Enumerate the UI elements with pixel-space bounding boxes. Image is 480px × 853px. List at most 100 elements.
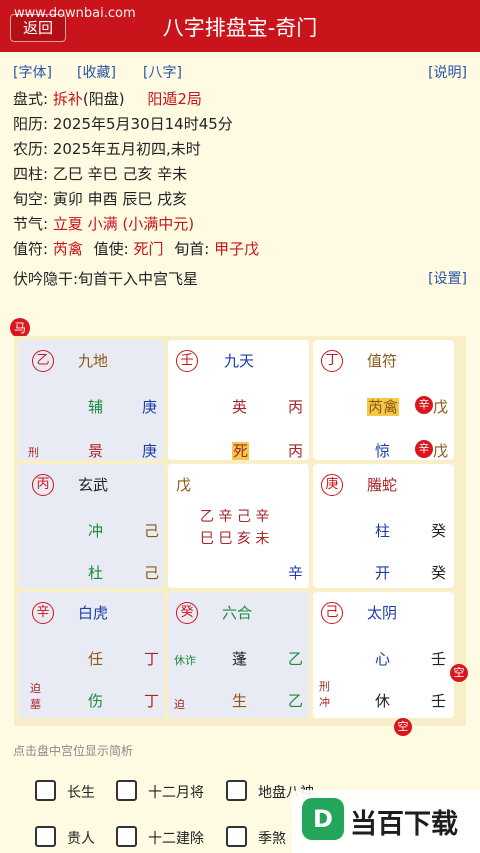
checkbox[interactable] bbox=[35, 780, 56, 801]
font-link[interactable]: [字体] bbox=[13, 62, 52, 82]
checkbox[interactable] bbox=[116, 826, 137, 847]
jieqi-line: 节气: 立夏 小满 (小满中元) bbox=[13, 215, 195, 233]
palace-1[interactable]: 乙 九地 辅 庚 刑 景 庚 bbox=[18, 340, 164, 460]
palace-door: 景 bbox=[88, 442, 104, 460]
palace-stem: 丙 bbox=[32, 474, 54, 496]
palace-star-ball: 辛 bbox=[415, 396, 433, 414]
panshi-type: (阳盘) bbox=[82, 90, 125, 108]
palace-door: 伤 bbox=[88, 692, 104, 710]
palace-door: 开 bbox=[375, 564, 391, 582]
palace-door-stem: 壬 bbox=[431, 692, 447, 710]
palace-door: 杜 bbox=[88, 564, 104, 582]
palace-god: 白虎 bbox=[78, 604, 109, 622]
palace-stem: 己 bbox=[321, 602, 343, 624]
palace-god: 值符 bbox=[367, 352, 398, 370]
center-pillars-bottom: 巳 巳 亥 未 bbox=[200, 531, 270, 547]
top-links: [字体] [收藏] [八字] [说明] bbox=[13, 62, 467, 82]
qimen-board: 乙 九地 辅 庚 刑 景 庚 壬 九天 英 丙 死 丙 丁 值符 芮禽 辛 戊 … bbox=[14, 336, 468, 736]
palace-star-stem: 乙 bbox=[288, 650, 304, 668]
palace-stem: 丁 bbox=[321, 350, 343, 372]
palace-6[interactable]: 庚 螣蛇 柱 癸 开 癸 bbox=[313, 464, 454, 588]
panshi-dun: 阳遁2局 bbox=[147, 90, 202, 108]
palace-tag: 休诈 bbox=[174, 654, 196, 667]
kong-badge-bottom: 空 bbox=[394, 718, 412, 736]
palace-star: 辅 bbox=[88, 398, 104, 416]
jieqi-value: 立夏 小满 (小满中元) bbox=[52, 215, 195, 233]
palace-star: 英 bbox=[232, 398, 248, 416]
palace-door: 惊 bbox=[375, 442, 391, 460]
palace-door-stem: 癸 bbox=[431, 564, 447, 582]
palace-stem: 乙 bbox=[32, 350, 54, 372]
palace-star: 芮禽 bbox=[367, 398, 400, 416]
sizhu-line: 四柱: 乙巳 辛巳 己亥 辛未 bbox=[13, 165, 188, 183]
palace-4[interactable]: 丙 玄武 冲 己 杜 己 bbox=[18, 464, 164, 588]
palace-door: 死 bbox=[232, 442, 250, 460]
palace-door: 休 bbox=[375, 692, 391, 710]
palace-stem: 庚 bbox=[321, 474, 343, 496]
palace-star-stem: 癸 bbox=[431, 522, 447, 540]
settings-link[interactable]: [设置] bbox=[428, 268, 467, 288]
checkbox[interactable] bbox=[226, 780, 247, 801]
help-link[interactable]: [说明] bbox=[428, 62, 467, 82]
palace-door-stem: 戊 bbox=[433, 442, 449, 460]
fuyin-line: 伏吟隐干:旬首干入中宫飞星 bbox=[13, 270, 199, 288]
zhishi-value: 死门 bbox=[133, 240, 164, 258]
palace-star: 蓬 bbox=[232, 650, 248, 668]
palace-9[interactable]: 己 太阴 心 壬 刑 冲 休 壬 bbox=[313, 592, 454, 718]
palace-star-stem: 丙 bbox=[288, 398, 304, 416]
palace-door-ball: 辛 bbox=[415, 440, 433, 458]
palace-star: 冲 bbox=[88, 522, 104, 540]
palace-3[interactable]: 丁 值符 芮禽 辛 戊 惊 辛 戊 bbox=[313, 340, 454, 460]
panshi-line: 盘式: 拆补(阳盘) 阳遁2局 bbox=[13, 90, 202, 108]
palace-god: 九地 bbox=[78, 352, 109, 370]
palace-god: 螣蛇 bbox=[367, 476, 398, 494]
kong-badge-right: 空 bbox=[450, 664, 468, 682]
palace-stem: 辛 bbox=[32, 602, 54, 624]
app-header: 返回 www.downbai.com 八字排盘宝-奇门 bbox=[0, 0, 480, 52]
checkbox[interactable] bbox=[226, 826, 247, 847]
palace-star-stem: 戊 bbox=[433, 398, 449, 416]
center-pillars-top: 乙 辛 己 辛 bbox=[200, 509, 270, 525]
palace-star: 任 bbox=[88, 650, 104, 668]
zhifu-value: 芮禽 bbox=[52, 240, 83, 258]
horse-badge: 马 bbox=[10, 318, 30, 338]
palace-star: 柱 bbox=[375, 522, 391, 540]
palace-stem: 壬 bbox=[176, 350, 198, 372]
palace-7[interactable]: 辛 白虎 任 丁 迫 墓 伤 丁 bbox=[18, 592, 164, 718]
palace-door-stem: 乙 bbox=[288, 692, 304, 710]
palace-center[interactable]: 戊 乙 辛 己 辛 巳 巳 亥 未 辛 bbox=[168, 464, 309, 588]
palace-tag-2: 迫 bbox=[174, 698, 185, 711]
palace-tag-2: 墓 bbox=[30, 698, 41, 711]
palace-god: 九天 bbox=[224, 352, 255, 370]
palace-door-stem: 己 bbox=[144, 564, 160, 582]
bazi-link[interactable]: [八字] bbox=[143, 62, 182, 82]
palace-tag: 迫 bbox=[30, 682, 41, 695]
xunshou-value: 甲子戊 bbox=[214, 240, 260, 258]
palace-door: 生 bbox=[232, 692, 248, 710]
palace-stem: 癸 bbox=[176, 602, 198, 624]
palace-2[interactable]: 壬 九天 英 丙 死 丙 bbox=[168, 340, 309, 460]
palace-star: 心 bbox=[375, 650, 391, 668]
palace-door-stem: 丙 bbox=[288, 442, 304, 460]
palace-door-stem: 庚 bbox=[142, 442, 158, 460]
palace-god: 六合 bbox=[222, 604, 253, 622]
checkbox[interactable] bbox=[116, 780, 137, 801]
option-jianchu[interactable]: 十二建除 bbox=[116, 826, 226, 850]
palace-tag: 刑 bbox=[319, 680, 330, 693]
center-stem: 辛 bbox=[288, 564, 304, 582]
favorite-link[interactable]: [收藏] bbox=[77, 62, 116, 82]
palace-star-stem: 己 bbox=[144, 522, 160, 540]
palace-door-stem: 丁 bbox=[144, 692, 160, 710]
zhifu-line: 值符: 芮禽 值使: 死门 旬首: 甲子戊 bbox=[13, 240, 260, 258]
palace-star-stem: 丁 bbox=[144, 650, 160, 668]
option-yuejiang[interactable]: 十二月将 bbox=[116, 780, 226, 804]
lunar-date: 农历: 2025年五月初四,未时 bbox=[13, 140, 201, 158]
brand-logo-icon: D bbox=[302, 798, 344, 840]
brand-watermark: D 当百下载 bbox=[292, 790, 480, 853]
brand-text: 当百下载 bbox=[350, 809, 458, 840]
palace-8[interactable]: 癸 六合 休诈 蓬 乙 迫 生 乙 bbox=[168, 592, 309, 718]
palace-god: 玄武 bbox=[78, 476, 109, 494]
checkbox[interactable] bbox=[35, 826, 56, 847]
page-title: 八字排盘宝-奇门 bbox=[162, 16, 318, 40]
palace-star-stem: 壬 bbox=[431, 650, 447, 668]
